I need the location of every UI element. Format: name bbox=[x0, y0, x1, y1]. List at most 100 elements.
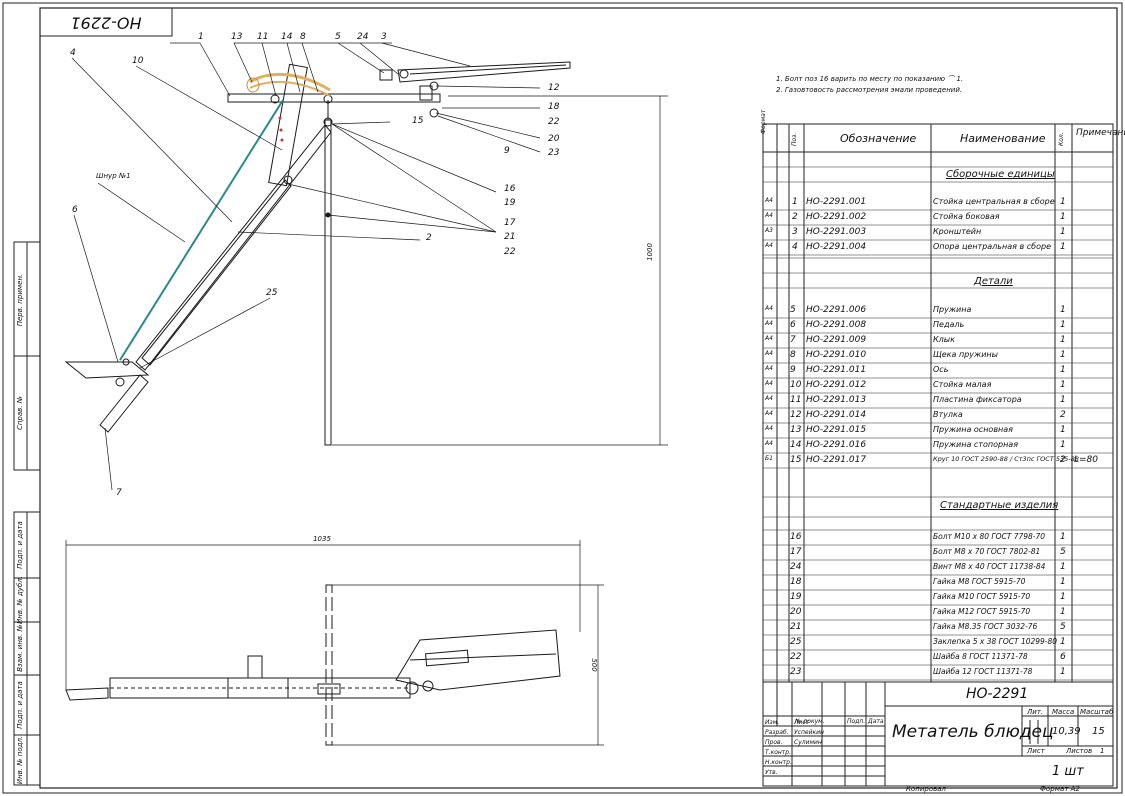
spec-cell-pos: 9 bbox=[790, 365, 796, 375]
spec-cell-pos: 19 bbox=[790, 592, 802, 602]
plan-pedal bbox=[65, 687, 109, 701]
spec-cell-format: А4 bbox=[765, 242, 773, 249]
spec-cell-format: А4 bbox=[765, 380, 773, 387]
spec-cell-qty: 1 bbox=[1060, 320, 1066, 330]
spec-cell-qty: 1 bbox=[1060, 335, 1066, 345]
signer-header: Дата bbox=[868, 718, 884, 725]
spec-cell-qty: 1 bbox=[1060, 380, 1066, 390]
spec-cell-pos: 15 bbox=[790, 455, 802, 465]
spec-cell-pos: 20 bbox=[790, 607, 802, 617]
spec-cell-name: Пружина основная bbox=[933, 425, 1013, 434]
spec-cell-name: Круг 10 ГОСТ 2590-88 / Ст3пс ГОСТ 535-88 bbox=[933, 455, 1079, 463]
spec-cell-name: Шайба 8 ГОСТ 11371-78 bbox=[933, 652, 1028, 661]
spec-header-note: Примечание bbox=[1076, 128, 1125, 138]
signer-name: Успейкин bbox=[794, 729, 824, 736]
side-stamp-label: Инв. № дубл. bbox=[16, 576, 24, 624]
spec-cell-name: Болт М10 х 80 ГОСТ 7798-70 bbox=[933, 532, 1046, 541]
signer-role: Пров. bbox=[765, 739, 783, 746]
leader-lines bbox=[71, 42, 541, 491]
scale-value: 15 bbox=[1092, 726, 1105, 737]
spec-cell-code: НО-2291.013 bbox=[806, 395, 867, 405]
callout-number: 14 bbox=[281, 32, 293, 42]
section-title-parts: Детали bbox=[974, 276, 1013, 287]
lit-label: Лит. bbox=[1027, 708, 1044, 716]
length-dimension-label: 1035 bbox=[313, 535, 331, 543]
spec-cell-name: Стойка малая bbox=[933, 380, 992, 389]
spec-cell-format: А4 bbox=[765, 425, 773, 432]
spec-cell-format: А4 bbox=[765, 212, 773, 219]
callout-number: 1 bbox=[198, 32, 204, 42]
cord-label: Шнур №1 bbox=[96, 172, 131, 180]
spec-cell-format: А4 bbox=[765, 440, 773, 447]
spec-cell-name: Ось bbox=[933, 365, 949, 374]
spec-cell-code: НО-2291.002 bbox=[806, 212, 867, 222]
signer-header: Подп. bbox=[847, 718, 866, 725]
callout-number: 12 bbox=[548, 83, 560, 93]
spec-cell-name: Стойка боковая bbox=[933, 212, 1000, 221]
spec-cell-code: НО-2291.004 bbox=[806, 242, 867, 252]
spec-cell-code: НО-2291.006 bbox=[806, 305, 867, 315]
spec-cell-format: А4 bbox=[765, 305, 773, 312]
spec-cell-qty: 1 bbox=[1060, 197, 1066, 207]
mass-value: 10,39 bbox=[1052, 726, 1081, 737]
spec-cell-name: Гайка М8 ГОСТ 5915-70 bbox=[933, 577, 1026, 586]
callout-number: 8 bbox=[300, 32, 306, 42]
spec-cell-name: Гайка М12 ГОСТ 5915-70 bbox=[933, 607, 1031, 616]
spec-cell-pos: 7 bbox=[790, 335, 796, 345]
sheet-label: Лист bbox=[1027, 747, 1045, 755]
spec-cell-name: Гайка М8.35 ГОСТ 3032-76 bbox=[933, 622, 1038, 631]
spec-cell-code: НО-2291.012 bbox=[806, 380, 867, 390]
spec-cell-pos: 21 bbox=[790, 622, 802, 632]
spec-cell-pos: 11 bbox=[790, 395, 802, 405]
spec-cell-code: НО-2291.003 bbox=[806, 227, 867, 237]
diagonal-arm bbox=[135, 124, 332, 371]
spec-cell-qty: 1 bbox=[1060, 577, 1066, 587]
side-stamp-label: Справ. № bbox=[16, 396, 24, 430]
spec-cell-format: А3 bbox=[765, 227, 773, 234]
spec-cell-pos: 23 bbox=[790, 667, 802, 677]
callout-number: 21 bbox=[504, 232, 516, 242]
spec-cell-name: Щека пружины bbox=[933, 350, 998, 359]
spec-cell-qty: 1 bbox=[1060, 440, 1066, 450]
callout-number: 6 bbox=[72, 205, 78, 215]
section-title-standard: Стандартные изделия bbox=[940, 500, 1059, 511]
signer-name: Лист bbox=[794, 719, 810, 726]
code-stamp-text: НО-2291 bbox=[70, 14, 141, 33]
spec-cell-pos: 5 bbox=[790, 305, 796, 315]
bracket-arm bbox=[397, 61, 571, 83]
callout-number: 9 bbox=[504, 146, 510, 156]
side-stamp-label: Подп. и дата bbox=[16, 681, 24, 729]
spec-cell-pos: 10 bbox=[790, 380, 802, 390]
spec-cell-name: Заклепка 5 х 38 ГОСТ 10299-80 bbox=[933, 637, 1058, 646]
mass-label: Масса bbox=[1052, 708, 1075, 716]
spec-cell-qty: 1 bbox=[1060, 667, 1066, 677]
note-line: 1. Болт поз 16 варить по месту по показа… bbox=[776, 75, 964, 83]
spec-cell-qty: 2 bbox=[1060, 455, 1066, 465]
spec-cell-pos: 4 bbox=[792, 242, 798, 252]
side-stamp-label: Подп. и дата bbox=[16, 521, 24, 569]
callout-number: 10 bbox=[132, 56, 144, 66]
callout-number: 19 bbox=[504, 198, 516, 208]
spec-cell-qty: 1 bbox=[1060, 395, 1066, 405]
height-dimension bbox=[332, 95, 668, 446]
callout-number: 13 bbox=[231, 32, 243, 42]
spec-cell-name: Пружина bbox=[933, 305, 972, 314]
callout-number: 22 bbox=[504, 247, 516, 257]
callout-number: 5 bbox=[335, 32, 341, 42]
sheets-label: Листов bbox=[1066, 747, 1093, 755]
spec-cell-name: Педаль bbox=[933, 320, 965, 329]
spec-header-pos: Поз. bbox=[791, 132, 798, 146]
spec-cell-pos: 24 bbox=[790, 562, 802, 572]
callout-number: 16 bbox=[504, 184, 516, 194]
signer-role: Изм. bbox=[765, 719, 780, 726]
callout-number: 15 bbox=[412, 116, 424, 126]
spec-cell-pos: 25 bbox=[790, 637, 802, 647]
spec-cell-name: Втулка bbox=[933, 410, 963, 419]
callout-number: 24 bbox=[357, 32, 369, 42]
spec-cell-code: НО-2291.001 bbox=[806, 197, 867, 207]
spec-cell-pos: 14 bbox=[790, 440, 802, 450]
spec-cell-pos: 16 bbox=[790, 532, 802, 542]
spec-cell-pos: 8 bbox=[790, 350, 796, 360]
note-line: 2. Газовтовость рассмотрения эмали прове… bbox=[776, 86, 963, 94]
cord-line bbox=[119, 99, 284, 361]
